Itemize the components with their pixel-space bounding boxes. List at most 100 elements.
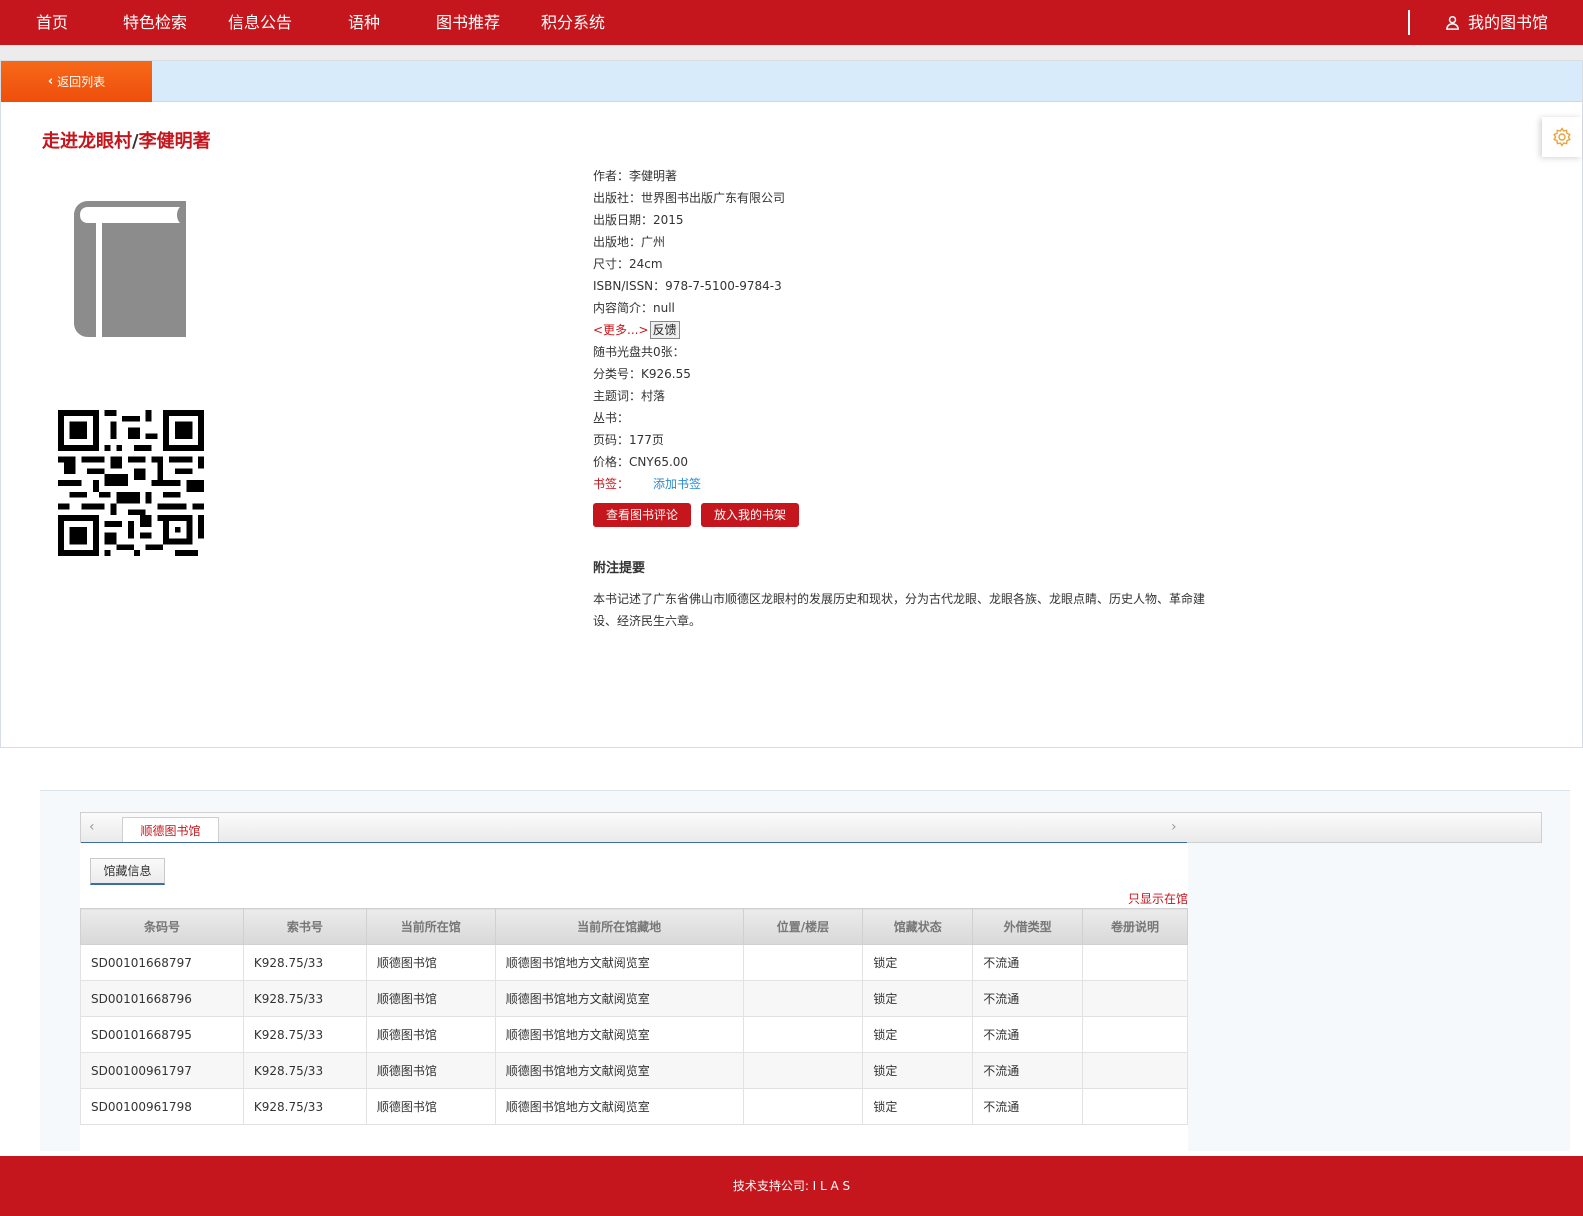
more-link[interactable]: <更多...> bbox=[593, 323, 649, 337]
nav-shadow-bar bbox=[0, 45, 1583, 60]
nav-item-languages[interactable]: 语种 bbox=[348, 0, 380, 45]
col-volume-note[interactable]: 卷册说明 bbox=[1082, 908, 1188, 945]
table-row: SD00100961798 K928.75/33 顺德图书馆 顺德图书馆地方文献阅览室… bbox=[80, 1088, 1188, 1125]
cell-loan-type: 不流通 bbox=[972, 944, 1084, 981]
back-to-list-button[interactable]: ‹ 返回列表 bbox=[1, 61, 152, 102]
cell-barcode: SD00101668797 bbox=[80, 944, 244, 981]
note-title: 附注提要 bbox=[593, 561, 646, 576]
nav-item-home[interactable]: 首页 bbox=[36, 0, 68, 45]
book-details: 作者：李健明著 出版社：世界图书出版广东有限公司 出版日期：2015 出版地：广… bbox=[593, 165, 1213, 632]
detail-size: 尺寸：24cm bbox=[593, 253, 1213, 275]
feedback-button[interactable]: 反馈 bbox=[649, 321, 680, 339]
cell-library: 顺德图书馆 bbox=[365, 1052, 496, 1089]
nav-item-points[interactable]: 积分系统 bbox=[541, 0, 605, 45]
detail-value: K926.55 bbox=[641, 367, 691, 381]
col-current-library[interactable]: 当前所在馆 bbox=[365, 908, 496, 945]
detail-bookmark: 书签： 添加书签 bbox=[593, 473, 1213, 495]
cell-floor bbox=[742, 1088, 864, 1125]
col-status[interactable]: 馆藏状态 bbox=[862, 908, 974, 945]
table-row: SD00101668795 K928.75/33 顺德图书馆 顺德图书馆地方文献阅览室… bbox=[80, 1016, 1188, 1053]
cell-loan-type: 不流通 bbox=[972, 1016, 1084, 1053]
detail-subject: 主题词：村落 bbox=[593, 385, 1213, 407]
only-available-link[interactable]: 只显示在馆 bbox=[1128, 890, 1188, 907]
detail-price: 价格：CNY65.00 bbox=[593, 451, 1213, 473]
col-current-location[interactable]: 当前所在馆藏地 bbox=[494, 908, 744, 945]
back-to-list-label: 返回列表 bbox=[57, 75, 106, 89]
detail-class-no: 分类号：K926.55 bbox=[593, 363, 1213, 385]
cell-loan-type: 不流通 bbox=[972, 1052, 1084, 1089]
holdings-panel: 馆藏信息 只显示在馆 条码号 索书号 当前所在馆 当前所在馆藏地 位置/楼层 馆… bbox=[80, 843, 1188, 1152]
detail-label: 主题词： bbox=[593, 389, 642, 403]
view-reviews-button[interactable]: 查看图书评论 bbox=[593, 503, 692, 527]
col-barcode[interactable]: 条码号 bbox=[80, 908, 244, 945]
cell-library: 顺德图书馆 bbox=[365, 1016, 496, 1053]
nav-divider bbox=[1408, 10, 1410, 35]
detail-label: 出版地： bbox=[593, 235, 642, 249]
cell-status: 锁定 bbox=[862, 944, 974, 981]
bookmark-label: 书签： bbox=[593, 477, 630, 491]
detail-cd: 随书光盘共0张： bbox=[593, 341, 1213, 363]
cell-volume bbox=[1082, 980, 1188, 1017]
detail-publisher: 出版社：世界图书出版广东有限公司 bbox=[593, 187, 1213, 209]
footer: 技术支持公司: I L A S bbox=[0, 1156, 1583, 1216]
detail-pub-place: 出版地：广州 bbox=[593, 231, 1213, 253]
nav-item-announcements[interactable]: 信息公告 bbox=[228, 0, 292, 45]
col-call-number[interactable]: 索书号 bbox=[242, 908, 367, 945]
book-title-main: 走进龙眼村 bbox=[42, 131, 132, 152]
my-library-link[interactable]: 我的图书馆 bbox=[1445, 0, 1548, 45]
detail-label: 丛书： bbox=[593, 411, 630, 425]
cell-library: 顺德图书馆 bbox=[365, 1088, 496, 1125]
cell-call-number: K928.75/33 bbox=[242, 1052, 367, 1089]
tab-scroll-left-icon[interactable]: ‹ bbox=[89, 819, 95, 835]
detail-author: 作者：李健明著 bbox=[593, 165, 1213, 187]
cell-call-number: K928.75/33 bbox=[242, 944, 367, 981]
detail-label: 页码： bbox=[593, 433, 630, 447]
cell-location: 顺德图书馆地方文献阅览室 bbox=[494, 1052, 744, 1089]
cell-floor bbox=[742, 944, 864, 981]
cell-barcode: SD00101668796 bbox=[80, 980, 244, 1017]
detail-isbn: ISBN/ISSN：978-7-5100-9784-3 bbox=[593, 275, 1213, 297]
detail-label: 尺寸： bbox=[593, 257, 630, 271]
tab-scroll-right-icon[interactable]: › bbox=[1171, 819, 1177, 835]
add-to-shelf-button[interactable]: 放入我的书架 bbox=[701, 503, 800, 527]
detail-value: 村落 bbox=[641, 389, 666, 403]
cell-location: 顺德图书馆地方文献阅览室 bbox=[494, 1016, 744, 1053]
note-text: 本书记述了广东省佛山市顺德区龙眼村的发展历史和现状，分为古代龙眼、龙眼各族、龙眼… bbox=[593, 592, 1206, 628]
cell-loan-type: 不流通 bbox=[972, 980, 1084, 1017]
table-row: SD00101668796 K928.75/33 顺德图书馆 顺德图书馆地方文献阅览室… bbox=[80, 980, 1188, 1017]
detail-value: 2015 bbox=[653, 213, 684, 227]
detail-more-row: <更多...> 反馈 bbox=[593, 319, 1213, 341]
nav-item-special-search[interactable]: 特色检索 bbox=[123, 0, 187, 45]
cell-status: 锁定 bbox=[862, 980, 974, 1017]
detail-value: 24cm bbox=[629, 257, 663, 271]
library-tabbar: ‹ 顺德图书馆 › bbox=[80, 812, 1542, 844]
cell-loan-type: 不流通 bbox=[972, 1088, 1084, 1125]
detail-value: null bbox=[653, 301, 675, 315]
detail-pages: 页码：177页 bbox=[593, 429, 1213, 451]
cell-location: 顺德图书馆地方文献阅览室 bbox=[494, 1088, 744, 1125]
cell-status: 锁定 bbox=[862, 1088, 974, 1125]
detail-pub-date: 出版日期：2015 bbox=[593, 209, 1213, 231]
settings-tab[interactable] bbox=[1542, 117, 1582, 157]
detail-label: 内容简介： bbox=[593, 301, 654, 315]
user-icon bbox=[1446, 15, 1459, 30]
nav-item-recommend[interactable]: 图书推荐 bbox=[436, 0, 500, 45]
gear-icon bbox=[1553, 127, 1571, 147]
detail-label: 价格： bbox=[593, 455, 630, 469]
detail-value: 978-7-5100-9784-3 bbox=[665, 279, 782, 293]
tab-holdings-info[interactable]: 馆藏信息 bbox=[90, 858, 165, 885]
qr-code-image bbox=[58, 410, 204, 556]
cell-barcode: SD00100961797 bbox=[80, 1052, 244, 1089]
book-title-author: 李健明著 bbox=[138, 131, 211, 152]
add-bookmark-link[interactable]: 添加书签 bbox=[653, 477, 701, 491]
detail-label: 出版社： bbox=[593, 191, 642, 205]
tab-shunde-library[interactable]: 顺德图书馆 bbox=[122, 817, 219, 844]
cell-location: 顺德图书馆地方文献阅览室 bbox=[494, 980, 744, 1017]
cell-volume bbox=[1082, 1088, 1188, 1125]
detail-series: 丛书： bbox=[593, 407, 1213, 429]
cell-volume bbox=[1082, 1052, 1188, 1089]
col-loan-type[interactable]: 外借类型 bbox=[972, 908, 1084, 945]
detail-label: ISBN/ISSN： bbox=[593, 279, 666, 293]
col-floor[interactable]: 位置/楼层 bbox=[742, 908, 864, 945]
cell-volume bbox=[1082, 944, 1188, 981]
